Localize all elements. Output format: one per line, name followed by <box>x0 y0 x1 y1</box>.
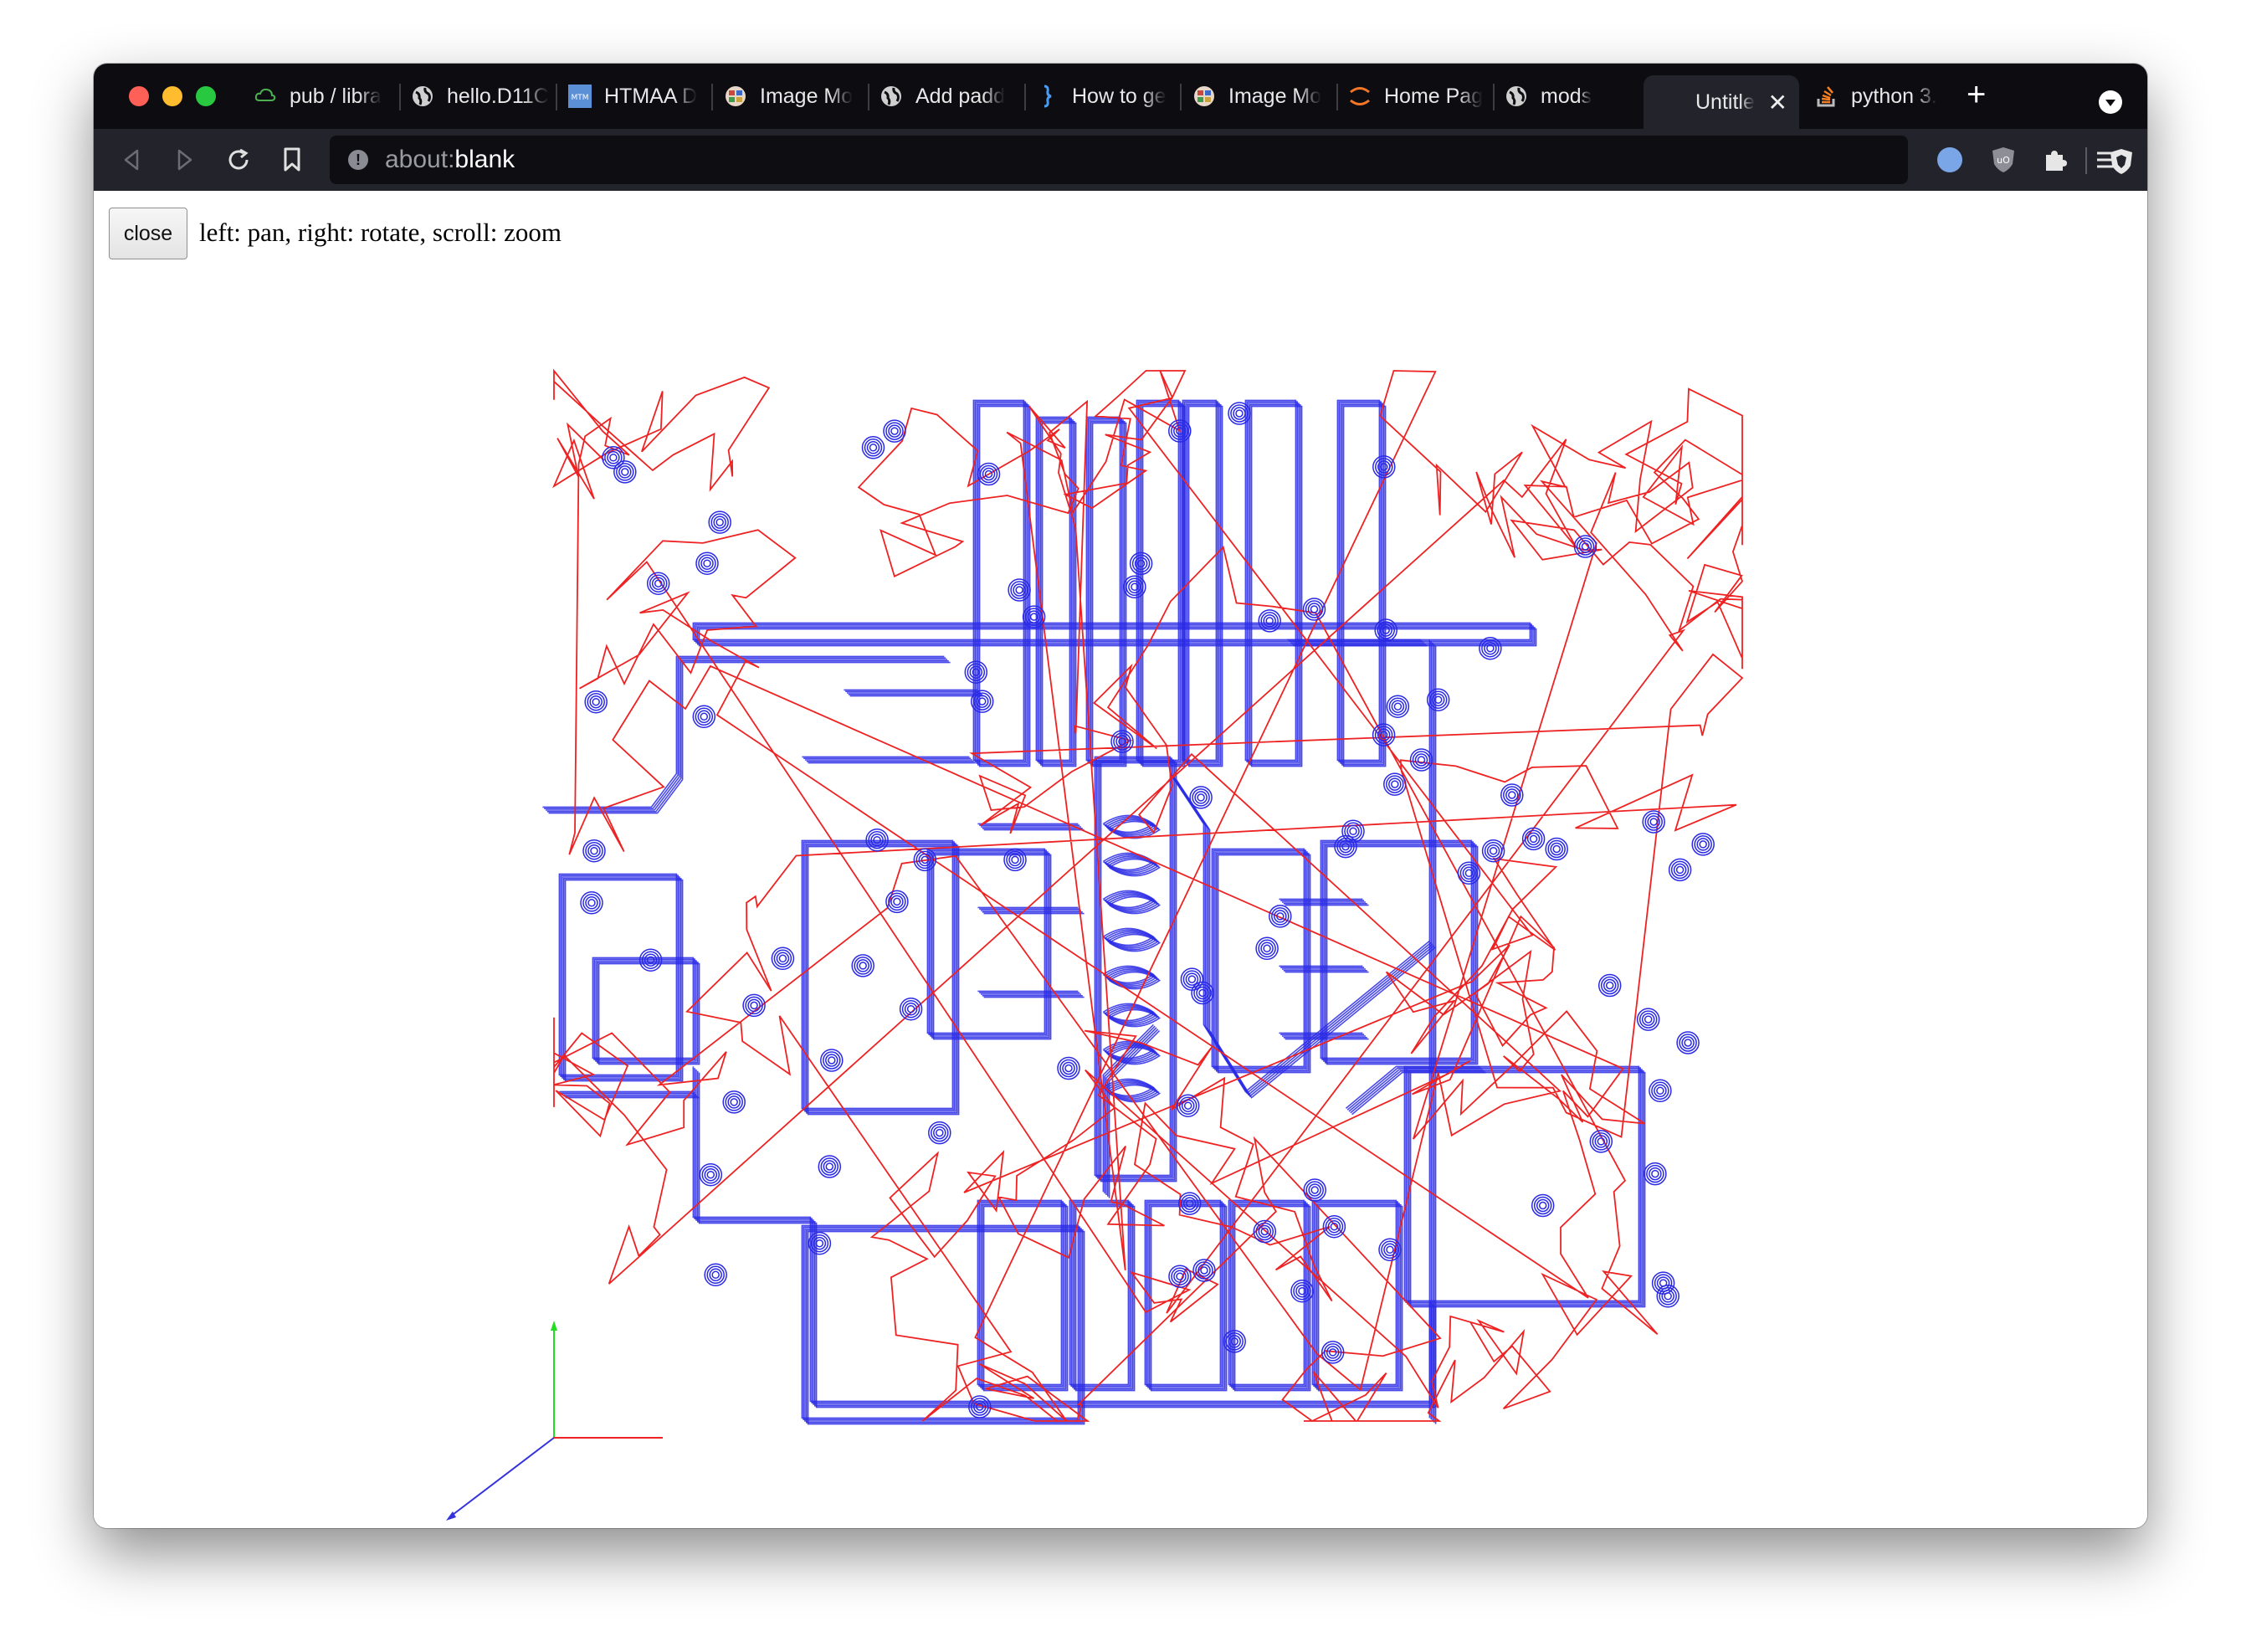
tab-label: Image Mo <box>760 84 854 108</box>
bookmark-icon[interactable] <box>276 144 308 176</box>
menu-icon[interactable] <box>2090 145 2120 175</box>
tab-label: Add padd <box>915 84 1006 108</box>
ublock-extension-icon[interactable]: uO <box>1988 145 2018 175</box>
tab-list-button[interactable] <box>2099 90 2122 114</box>
close-tab-icon[interactable]: ✕ <box>1768 89 1787 116</box>
tab-label: HTMAA D <box>604 84 698 108</box>
toolpath-3d-view[interactable] <box>94 191 2147 1528</box>
svg-text:MTM: MTM <box>571 94 588 102</box>
mtm-icon: MTM <box>567 84 592 109</box>
tab-label: mods <box>1541 84 1592 108</box>
tab-image-mods-1[interactable]: Image Mo <box>723 64 864 129</box>
address-bar[interactable]: ! about:blank <box>330 136 2132 184</box>
controls-hint: left: pan, right: rotate, scroll: zoom <box>199 218 562 247</box>
tab-pub-library[interactable]: pub / libra <box>253 64 395 129</box>
globe-icon <box>879 84 904 109</box>
stackoverflow-icon <box>1814 84 1839 109</box>
brace-icon <box>1035 84 1060 109</box>
maximize-window-button[interactable] <box>196 86 216 106</box>
divider <box>2085 147 2087 174</box>
tab-label: Untitle <box>1695 90 1755 114</box>
tab-mods[interactable]: mods <box>1504 64 1646 129</box>
axis-y-arrow <box>551 1321 557 1331</box>
url-scheme: about: <box>385 146 455 173</box>
extensions-puzzle-icon[interactable] <box>2040 145 2070 175</box>
mods-icon <box>723 84 748 109</box>
navigation-toolbar: ! about:blank uO <box>94 129 2147 191</box>
tab-label: Image Mo <box>1228 84 1322 108</box>
tab-image-mods-2[interactable]: Image Mo <box>1192 64 1332 129</box>
tab-label: python 3. <box>1851 84 1937 108</box>
cloud-icon <box>253 84 278 109</box>
tab-label: How to ge <box>1072 84 1167 108</box>
drill-spirals <box>580 402 1715 1419</box>
globe-icon <box>410 84 435 109</box>
forward-icon[interactable] <box>169 144 201 176</box>
tab-hello-d11c[interactable]: hello.D11C <box>410 64 551 129</box>
tab-how-to-get[interactable]: How to ge <box>1035 64 1177 129</box>
compass-extension-icon[interactable] <box>1935 145 1965 175</box>
svg-text:uO: uO <box>1997 155 2010 166</box>
globe-icon <box>1504 84 1529 109</box>
minimize-window-button[interactable] <box>162 86 182 106</box>
mods-icon <box>1192 84 1217 109</box>
close-button[interactable]: close <box>109 208 187 259</box>
info-icon[interactable]: ! <box>348 150 368 170</box>
tab-htmaa[interactable]: MTM HTMAA D <box>567 64 706 129</box>
tab-home-page[interactable]: Home Pag <box>1347 64 1488 129</box>
axis-z-line <box>449 1437 555 1518</box>
new-tab-button[interactable]: + <box>1967 76 1986 114</box>
browser-window: pub / libra hello.D11C MTM HTMAA D Image… <box>94 64 2147 1528</box>
tab-label: pub / libra <box>290 84 382 108</box>
back-icon[interactable] <box>115 144 147 176</box>
url-host: blank <box>454 146 515 173</box>
tab-untitled[interactable]: Untitle ✕ <box>1644 75 1799 129</box>
jupyter-icon <box>1347 84 1372 109</box>
url-text: about:blank <box>385 146 515 174</box>
tab-label: hello.D11C <box>447 84 549 108</box>
tab-python[interactable]: python 3. <box>1814 64 1956 129</box>
page-content: close left: pan, right: rotate, scroll: … <box>94 191 2147 1528</box>
close-window-button[interactable] <box>129 86 149 106</box>
tab-bar: pub / libra hello.D11C MTM HTMAA D Image… <box>94 64 2147 129</box>
tab-label: Home Pag <box>1384 84 1484 108</box>
tab-add-padding[interactable]: Add padd <box>879 64 1021 129</box>
reload-icon[interactable] <box>223 144 254 176</box>
